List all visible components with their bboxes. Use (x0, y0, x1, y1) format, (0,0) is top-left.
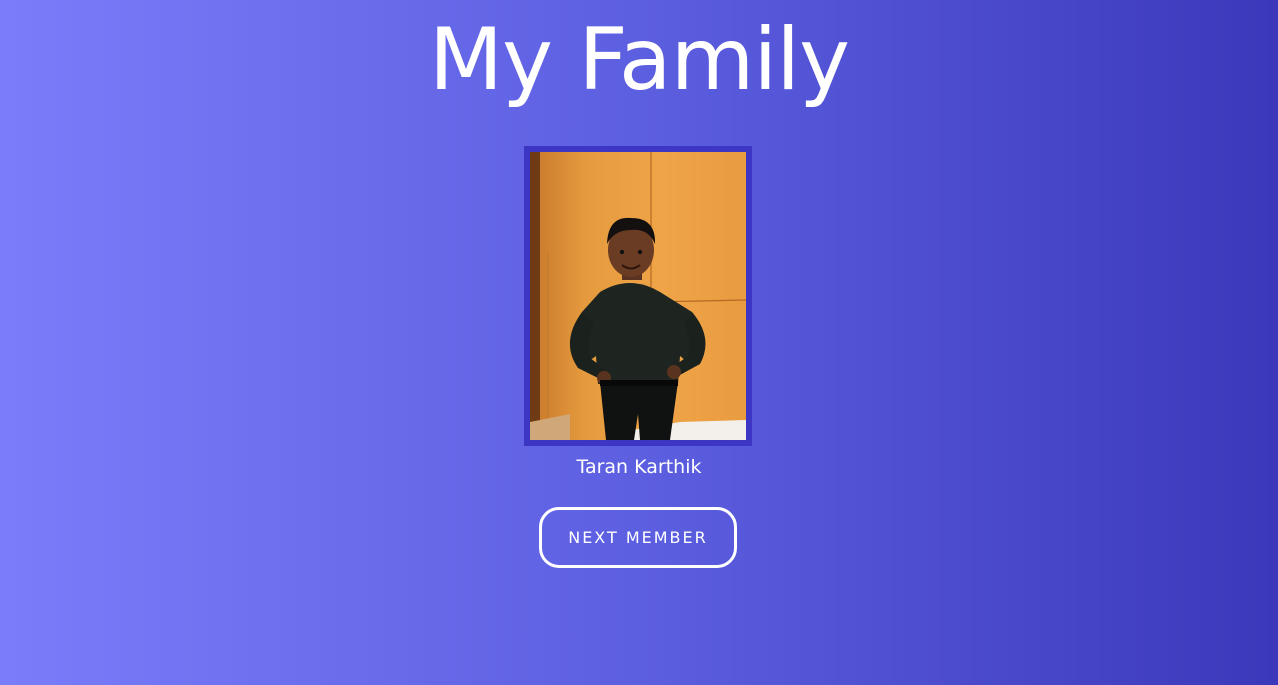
next-member-button[interactable]: NEXT MEMBER (539, 507, 737, 568)
member-photo (530, 152, 746, 440)
member-photo-frame (524, 146, 752, 446)
page-title: My Family (428, 10, 850, 110)
member-name: Taran Karthik (576, 456, 702, 478)
family-page: My Family Taran Karthik NEXT MEMBER (0, 0, 1278, 685)
